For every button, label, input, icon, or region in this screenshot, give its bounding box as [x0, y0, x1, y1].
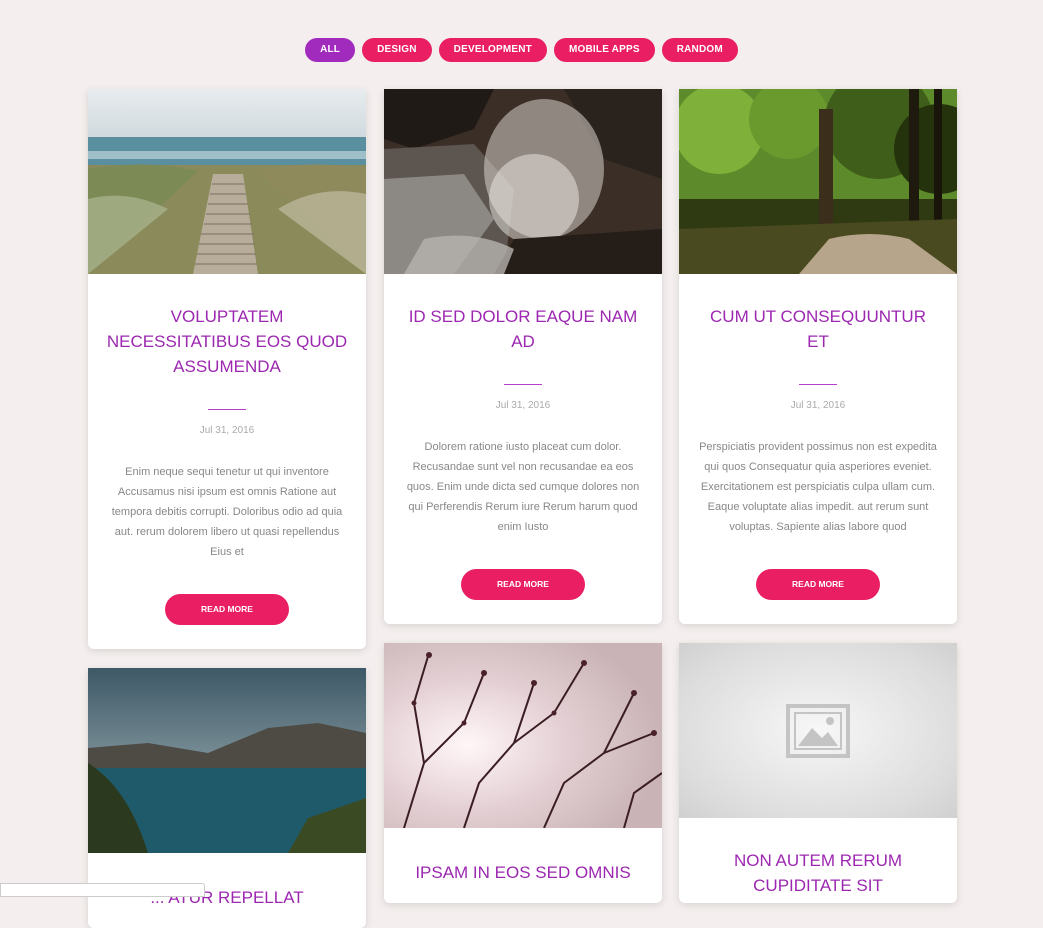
filter-mobile-apps-button[interactable]: Mobile Apps	[553, 38, 655, 62]
post-date: Jul 31, 2016	[790, 400, 846, 411]
title-divider	[208, 409, 246, 410]
card-title[interactable]: Cum ut consequuntur et	[697, 304, 939, 354]
image-placeholder-icon	[786, 703, 850, 758]
blog-card: Non autem rerum cupiditate sit	[679, 643, 957, 903]
card-image-branches[interactable]	[384, 643, 662, 828]
title-divider	[504, 384, 542, 385]
read-more-button[interactable]: Read More	[461, 569, 585, 600]
card-image-boardwalk[interactable]	[88, 89, 366, 274]
blog-card: Id sed dolor eaque nam ad Jul 31, 2016 D…	[384, 89, 662, 624]
post-excerpt: Enim neque sequi tenetur ut qui inventor…	[111, 466, 343, 558]
read-more-button[interactable]: Read More	[165, 594, 289, 625]
category-filter-bar: All Design Development Mobile Apps Rando…	[0, 38, 1043, 62]
read-more-button[interactable]: Read More	[756, 569, 880, 600]
post-date: Jul 31, 2016	[495, 400, 551, 411]
card-title[interactable]: Non autem rerum cupiditate sit	[697, 848, 939, 898]
filter-design-button[interactable]: Design	[362, 38, 432, 62]
card-title[interactable]: Voluptatem necessitatibus eos quod assum…	[106, 304, 348, 379]
post-date: Jul 31, 2016	[199, 425, 255, 436]
blog-card: Voluptatem necessitatibus eos quod assum…	[88, 89, 366, 649]
card-image-waterfall[interactable]	[384, 89, 662, 274]
bottom-overlay-panel	[0, 883, 205, 897]
card-title[interactable]: Id sed dolor eaque nam ad	[402, 304, 644, 354]
filter-all-button[interactable]: All	[305, 38, 356, 62]
title-divider	[799, 384, 837, 385]
card-title[interactable]: Ipsam in eos sed omnis	[402, 860, 644, 885]
card-image-placeholder[interactable]	[679, 643, 957, 818]
post-excerpt: Perspiciatis provident possimus non est …	[699, 441, 937, 533]
blog-card: Ipsam in eos sed omnis	[384, 643, 662, 903]
blog-card: Cum ut consequuntur et Jul 31, 2016 Pers…	[679, 89, 957, 624]
filter-random-button[interactable]: Random	[661, 38, 738, 62]
card-image-forest[interactable]	[679, 89, 957, 274]
card-image-lake[interactable]	[88, 668, 366, 853]
filter-development-button[interactable]: Development	[438, 38, 547, 62]
post-excerpt: Dolorem ratione iusto placeat cum dolor.…	[406, 441, 640, 533]
